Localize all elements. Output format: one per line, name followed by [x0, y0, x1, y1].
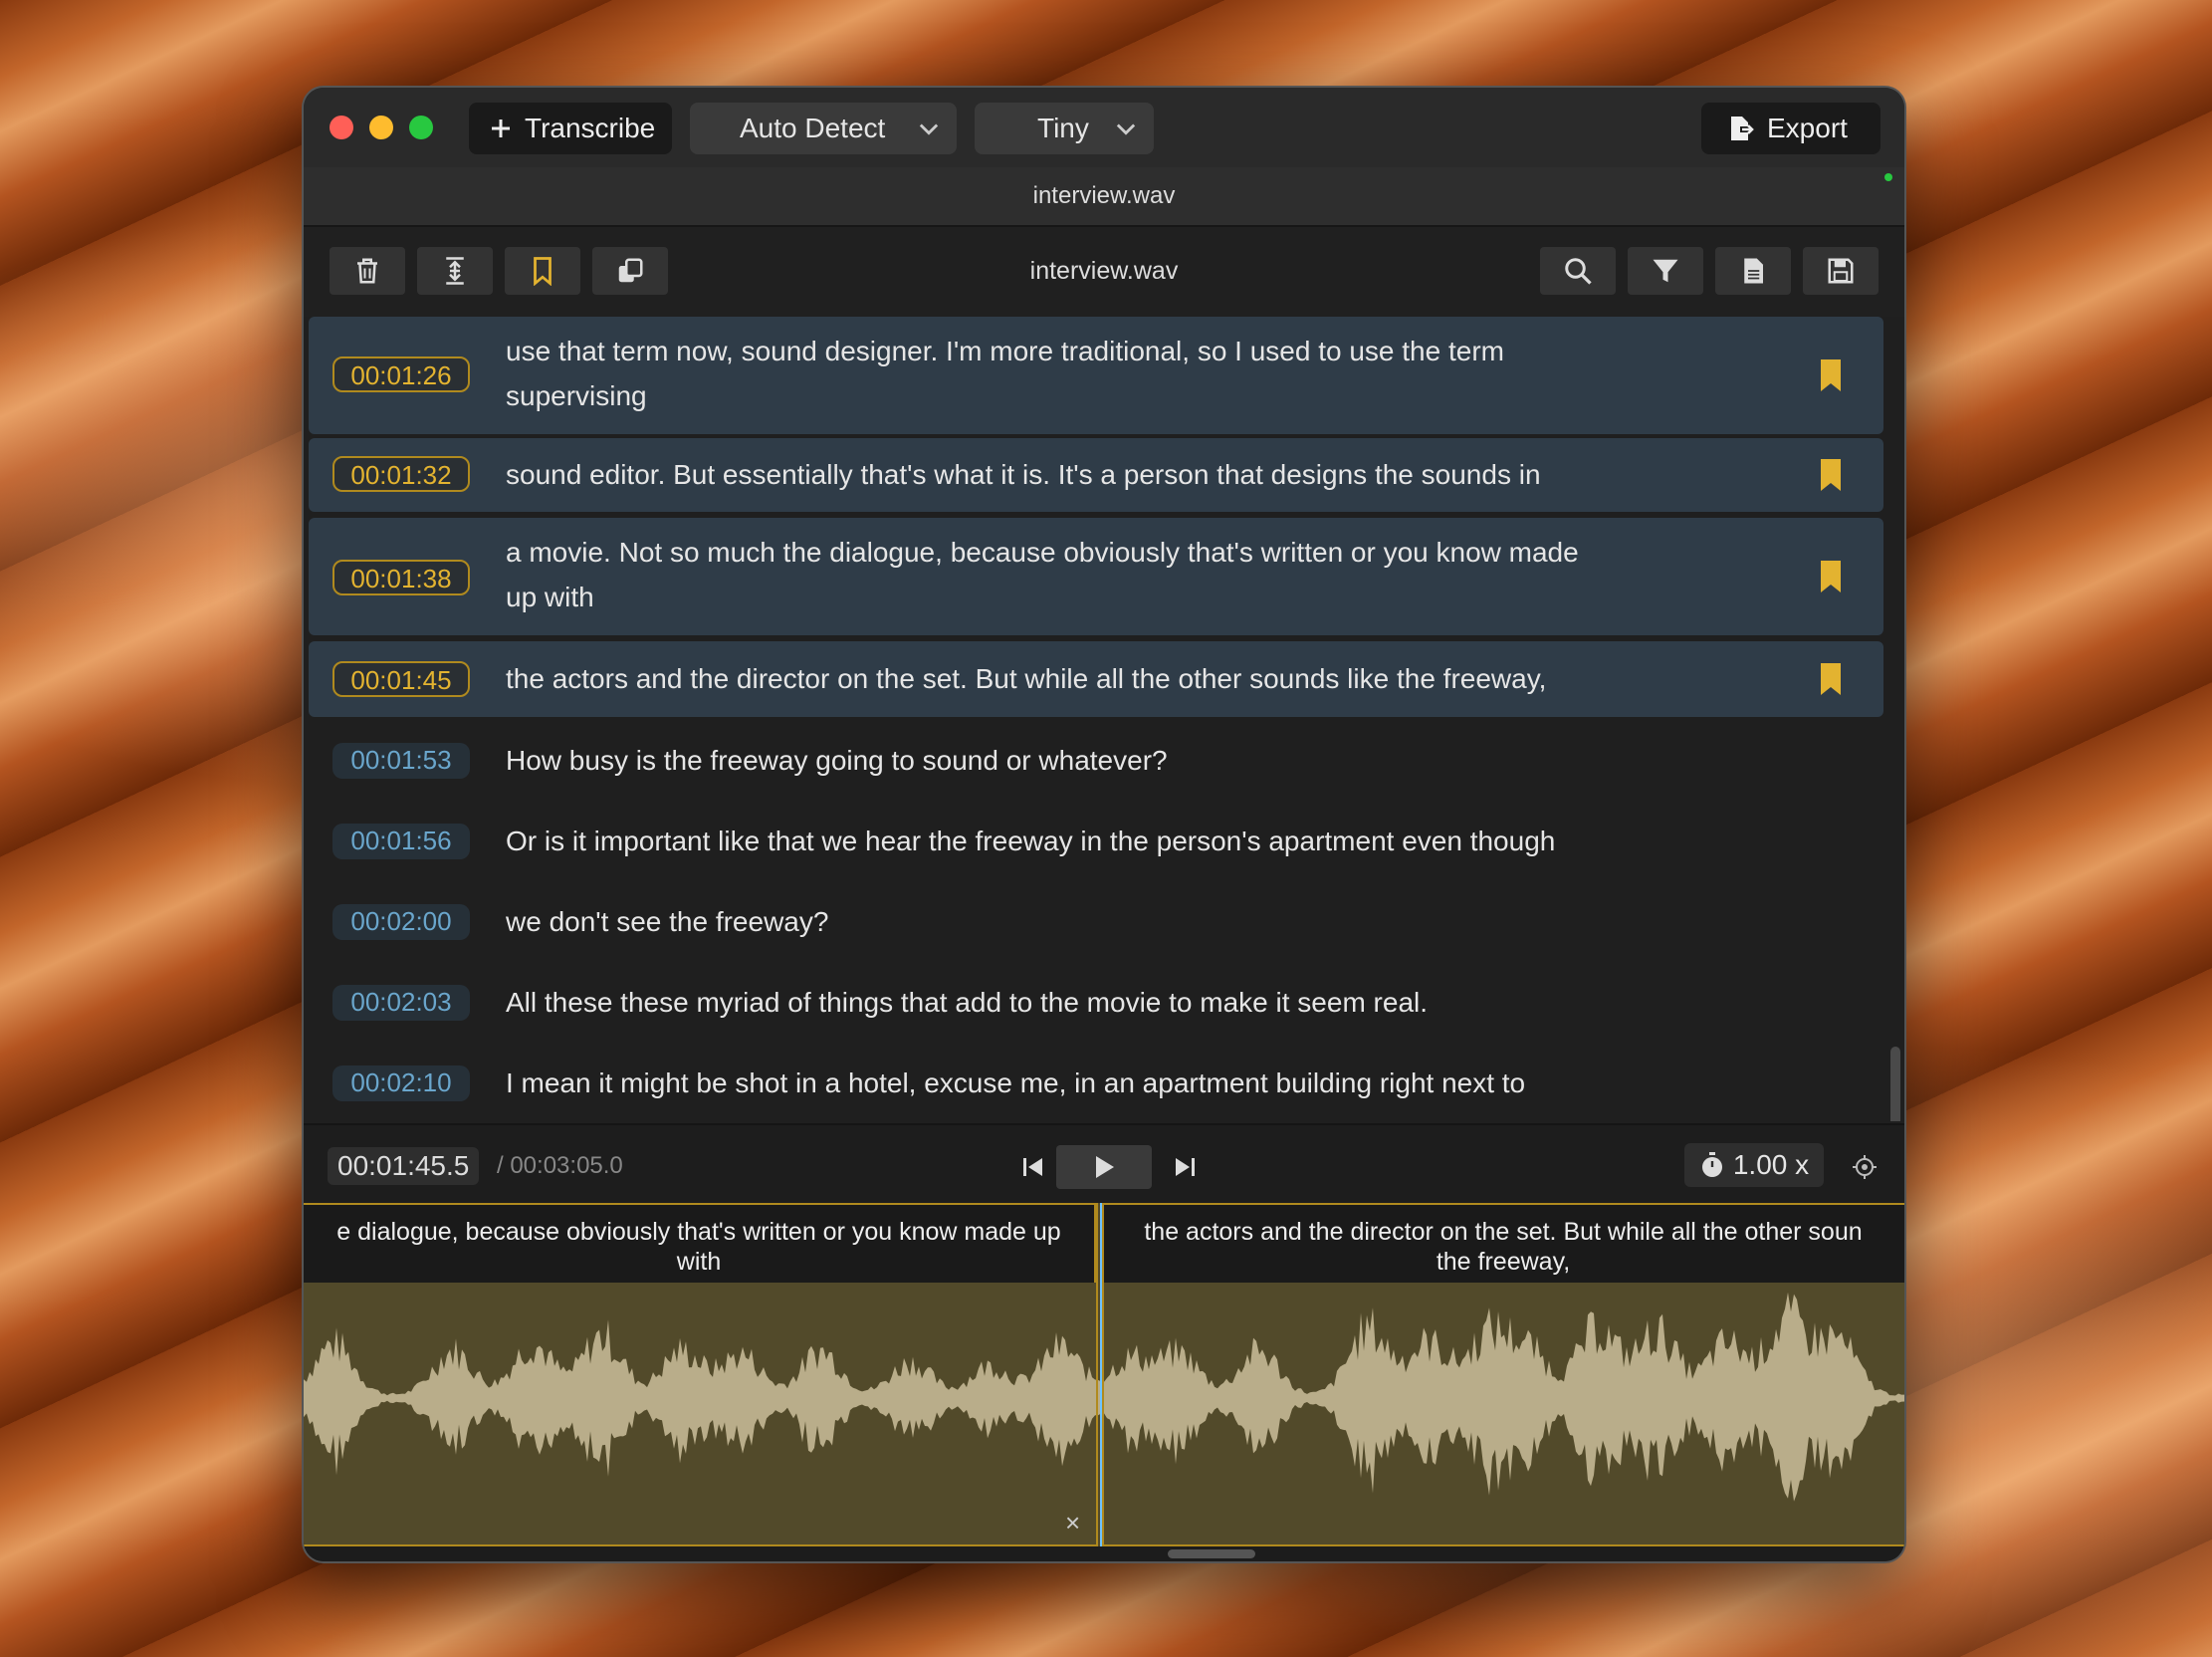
segment-row[interactable]: 00:01:26 use that term now, sound design…: [309, 317, 1883, 434]
locate-button[interactable]: [1845, 1145, 1884, 1189]
save-button[interactable]: [1803, 247, 1879, 295]
segment-timestamp[interactable]: 00:01:38: [332, 560, 470, 595]
waveform-panel[interactable]: e dialogue, because obviously that's wri…: [304, 1203, 1904, 1546]
bookmark-icon: [534, 257, 552, 286]
segment-caption-right[interactable]: the actors and the director on the set. …: [1102, 1203, 1904, 1283]
segment-timestamp[interactable]: 00:02:00: [332, 904, 470, 940]
chevron-down-icon: [1116, 123, 1136, 135]
waveform-shape: [304, 1292, 1904, 1502]
segment-text[interactable]: use that term now, sound designer. I'm m…: [506, 329, 1760, 418]
segment-text[interactable]: All these these myriad of things that ad…: [506, 980, 1760, 1025]
filter-icon: [1653, 259, 1678, 283]
playhead[interactable]: [1100, 1203, 1102, 1546]
language-select[interactable]: Auto Detect: [690, 103, 957, 154]
segment-row[interactable]: 00:01:38 a movie. Not so much the dialog…: [309, 518, 1883, 635]
export-label: Export: [1767, 113, 1848, 143]
export-button[interactable]: Export: [1701, 103, 1880, 154]
model-select[interactable]: Tiny: [975, 103, 1154, 154]
close-window-button[interactable]: [330, 116, 353, 139]
segment-row[interactable]: 00:02:10 I mean it might be shot in a ho…: [309, 1046, 1883, 1121]
copy-icon: [618, 258, 643, 283]
stopwatch-icon: [1701, 1152, 1722, 1177]
segment-timestamp[interactable]: 00:01:32: [332, 456, 470, 492]
document-button[interactable]: [1715, 247, 1791, 295]
segment-text[interactable]: I mean it might be shot in a hotel, excu…: [506, 1061, 1760, 1105]
trash-icon: [357, 258, 377, 284]
export-icon: [1731, 117, 1754, 140]
bookmark-icon[interactable]: [1818, 662, 1844, 696]
segment-text[interactable]: Or is it important like that we hear the…: [506, 819, 1760, 863]
search-icon: [1565, 258, 1592, 285]
waveform-scroll-thumb[interactable]: [1168, 1549, 1255, 1558]
segment-timestamp[interactable]: 00:02:03: [332, 985, 470, 1021]
remove-segment-button[interactable]: ×: [1065, 1510, 1080, 1536]
segment-text[interactable]: the actors and the director on the set. …: [506, 656, 1760, 701]
bookmark-icon[interactable]: [1818, 560, 1844, 593]
segment-row[interactable]: 00:02:00 we don't see the freeway?: [309, 884, 1883, 960]
file-name-bar: interview.wav: [304, 167, 1904, 227]
segment-timestamp[interactable]: 00:01:56: [332, 824, 470, 859]
skip-forward-icon: [1176, 1158, 1195, 1176]
play-button[interactable]: [1056, 1145, 1152, 1189]
title-bar: Transcribe Auto Detect Tiny Export: [304, 88, 1904, 167]
filter-button[interactable]: [1628, 247, 1703, 295]
segment-text[interactable]: How busy is the freeway going to sound o…: [506, 738, 1760, 783]
current-time: 00:01:45.5: [328, 1147, 480, 1185]
segment-timestamp[interactable]: 00:01:45: [332, 661, 470, 697]
minimize-window-button[interactable]: [369, 116, 393, 139]
segment-text[interactable]: sound editor. But essentially that's wha…: [506, 452, 1760, 497]
language-value: Auto Detect: [740, 113, 886, 143]
delete-button[interactable]: [330, 247, 405, 295]
total-time: / 00:03:05.0: [497, 1152, 623, 1179]
copy-button[interactable]: [592, 247, 668, 295]
skip-back-icon: [1023, 1158, 1042, 1176]
split-icon: [446, 257, 464, 285]
playback-speed[interactable]: 1.00 x: [1684, 1143, 1824, 1187]
plus-icon: [492, 119, 510, 137]
transport-bar: 00:01:45.5 / 00:03:05.0 1.00 x: [304, 1123, 1904, 1205]
transcribe-label: Transcribe: [525, 113, 656, 143]
document-icon: [1744, 258, 1763, 284]
toolbar: interview.wav: [304, 227, 1904, 317]
zoom-window-button[interactable]: [409, 116, 433, 139]
file-name: interview.wav: [1032, 182, 1176, 209]
speed-value: 1.00 x: [1732, 1149, 1810, 1180]
segment-text[interactable]: we don't see the freeway?: [506, 899, 1760, 944]
status-dot: [1884, 173, 1892, 181]
crosshair-icon: [1853, 1155, 1877, 1179]
bookmark-icon[interactable]: [1818, 358, 1844, 392]
waveform-scrollbar[interactable]: [304, 1546, 1904, 1561]
segment-timestamp[interactable]: 00:02:10: [332, 1065, 470, 1101]
segment-row[interactable]: 00:02:03 All these these myriad of thing…: [309, 965, 1883, 1041]
segment-timestamp[interactable]: 00:01:26: [332, 356, 470, 392]
segment-row[interactable]: 00:01:45 the actors and the director on …: [309, 641, 1883, 717]
transcript-list[interactable]: 00:01:26 use that term now, sound design…: [304, 315, 1904, 1121]
segment-timestamp[interactable]: 00:01:53: [332, 743, 470, 779]
segment-text[interactable]: a movie. Not so much the dialogue, becau…: [506, 530, 1760, 619]
play-icon: [1096, 1156, 1114, 1178]
model-value: Tiny: [1037, 113, 1089, 143]
transcribe-button[interactable]: Transcribe: [469, 103, 672, 154]
app-window: Transcribe Auto Detect Tiny Export inter…: [304, 88, 1904, 1561]
segment-row[interactable]: 00:01:56 Or is it important like that we…: [309, 804, 1883, 879]
list-scrollbar[interactable]: [1890, 1047, 1900, 1121]
bookmark-icon[interactable]: [1818, 458, 1844, 492]
save-icon: [1828, 258, 1854, 284]
split-button[interactable]: [417, 247, 493, 295]
segment-row[interactable]: 00:01:53 How busy is the freeway going t…: [309, 723, 1883, 799]
next-segment-button[interactable]: [1160, 1145, 1210, 1189]
segment-caption-left[interactable]: e dialogue, because obviously that's wri…: [304, 1203, 1096, 1283]
segment-row[interactable]: 00:01:32 sound editor. But essentially t…: [309, 438, 1883, 512]
previous-segment-button[interactable]: [1008, 1145, 1058, 1189]
search-button[interactable]: [1540, 247, 1616, 295]
chevron-down-icon: [919, 123, 939, 135]
bookmark-filter-button[interactable]: [505, 247, 580, 295]
